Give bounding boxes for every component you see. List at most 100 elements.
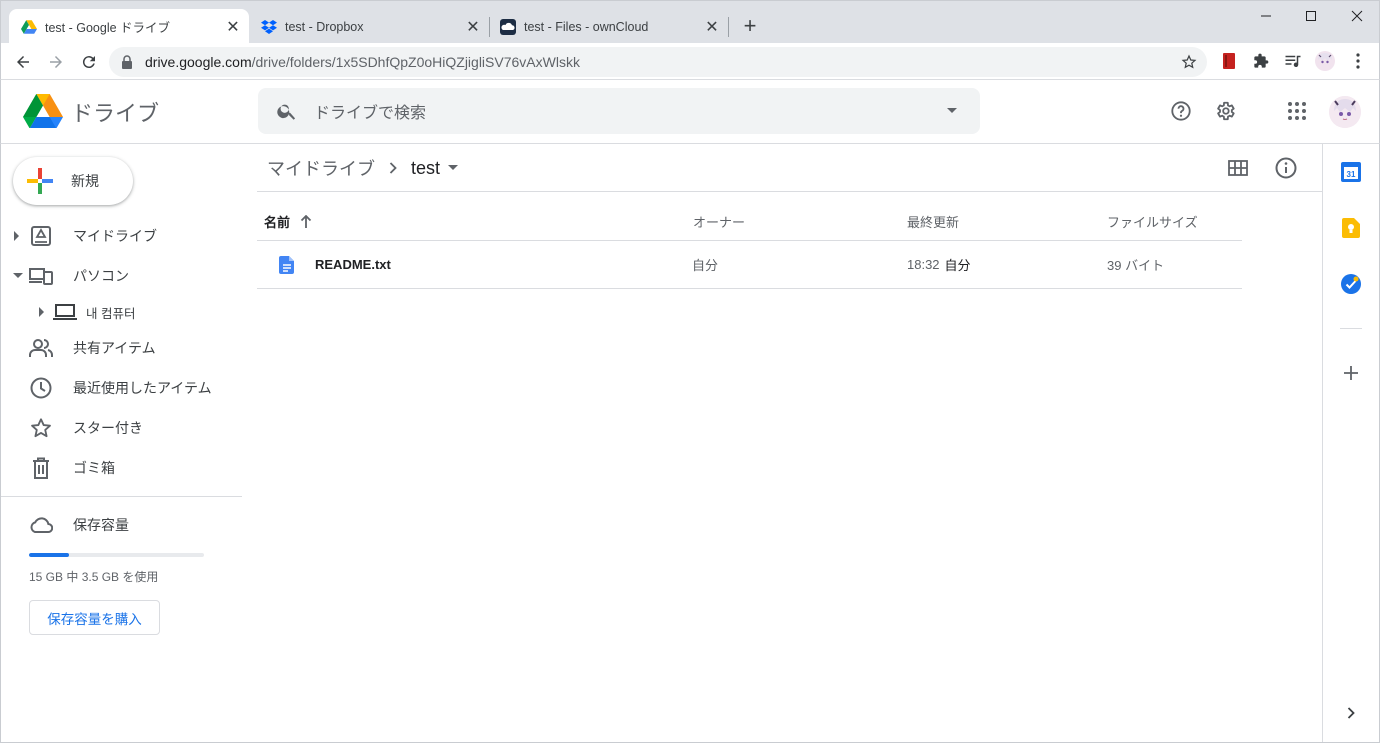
info-icon[interactable] (1274, 156, 1298, 180)
add-addon-plus-icon[interactable] (1340, 362, 1362, 384)
expand-arrow-icon[interactable] (38, 307, 48, 317)
expand-arrow-icon[interactable] (13, 231, 23, 241)
extensions-puzzle-icon[interactable] (1251, 51, 1271, 71)
bookmark-star-icon[interactable] (1181, 54, 1197, 70)
new-button-label: 新規 (71, 173, 99, 189)
breadcrumb-current-folder[interactable]: test (411, 158, 440, 179)
expand-panel-chevron-icon[interactable] (1340, 702, 1362, 724)
star-icon (29, 416, 53, 440)
sidebar-item-storage[interactable]: 保存容量 (1, 509, 241, 541)
breadcrumb-root[interactable]: マイドライブ (267, 155, 375, 181)
drive-search-bar[interactable]: ドライブで検索 (258, 88, 980, 134)
storage-usage-bar (29, 553, 204, 557)
back-arrow-icon[interactable] (10, 49, 36, 75)
search-input[interactable]: ドライブで検索 (314, 99, 946, 123)
google-tasks-icon[interactable] (1340, 273, 1362, 295)
media-playlist-icon[interactable] (1283, 51, 1303, 71)
column-header-name[interactable]: 名前 (264, 212, 312, 231)
tab-title: test - Files - ownCloud (524, 19, 649, 34)
chevron-right-icon (389, 162, 397, 174)
svg-text:31: 31 (1347, 170, 1356, 179)
lock-icon[interactable] (121, 55, 135, 69)
storage-usage-text: 15 GB 中 3.5 GB を使用 (29, 570, 159, 584)
trash-icon (29, 456, 53, 480)
file-owner: 自分 (692, 258, 719, 273)
grid-view-icon[interactable] (1226, 156, 1250, 180)
browser-toolbar: drive.google.com/drive/folders/1x5SDhfQp… (0, 43, 1380, 80)
sidebar-item-starred[interactable]: スター付き (1, 412, 241, 444)
google-drive-icon (21, 19, 37, 35)
column-header-size[interactable]: ファイルサイズ (1107, 212, 1198, 231)
sidebar-item-shared[interactable]: 共有アイテム (1, 332, 241, 364)
clock-icon (29, 376, 53, 400)
sidebar-item-my-drive[interactable]: マイドライブ (1, 220, 241, 252)
sort-ascending-arrow-icon[interactable] (300, 214, 312, 229)
sidebar-item-my-computer[interactable]: 내 컴퓨터 (1, 296, 241, 328)
url-path: /drive/folders/1x5SDhfQpZ0oHiQZjigliSV76… (251, 54, 580, 70)
google-apps-grid-icon[interactable] (1285, 99, 1309, 123)
search-icon[interactable] (276, 100, 298, 122)
sidebar-item-label: ゴミ箱 (73, 460, 115, 476)
sidebar-item-label: マイドライブ (73, 228, 157, 244)
sidebar-item-label: パソコン (73, 268, 129, 284)
owncloud-icon (500, 18, 516, 35)
folder-menu-caret-icon[interactable] (448, 165, 459, 171)
breadcrumb: マイドライブ test (267, 155, 459, 181)
tab-dropbox[interactable]: test - Dropbox ✕ (249, 9, 489, 44)
close-window-button[interactable] (1342, 5, 1372, 27)
tab-separator (728, 17, 729, 37)
sidebar-item-recent[interactable]: 最近使用したアイテム (1, 372, 241, 404)
google-drive-logo[interactable] (23, 94, 63, 129)
column-header-label: 名前 (264, 215, 291, 230)
side-panel: 31 (1322, 144, 1380, 743)
sidebar-item-computers[interactable]: パソコン (1, 260, 241, 292)
colorful-plus-icon (27, 168, 53, 194)
main-content: マイドライブ test 名前 オーナー 最終更新 ファイルサイズ README.… (257, 144, 1322, 743)
reload-icon[interactable] (76, 49, 102, 75)
google-keep-icon[interactable] (1340, 217, 1362, 239)
my-drive-icon (29, 224, 53, 248)
storage-usage-fill (29, 553, 70, 557)
file-modified-time: 18:32 (907, 257, 940, 272)
help-icon[interactable] (1169, 99, 1193, 123)
tab-title: test - Dropbox (285, 19, 364, 34)
tab-owncloud[interactable]: test - Files - ownCloud ✕ (488, 9, 728, 44)
new-tab-button[interactable]: + (738, 15, 762, 39)
file-name: README.txt (315, 257, 391, 272)
tab-google-drive[interactable]: test - Google ドライブ ✕ (9, 9, 249, 44)
google-calendar-icon[interactable]: 31 (1340, 161, 1362, 183)
maximize-window-button[interactable] (1296, 5, 1326, 27)
file-row[interactable]: README.txt 自分 18:32 自分 39 バイト (257, 241, 1242, 289)
dropbox-icon (261, 19, 277, 35)
collapse-arrow-icon[interactable] (13, 272, 23, 280)
sidebar: 新規 マイドライブ パソコン 내 컴퓨터 共有アイテム 最近使用したアイテム ス… (0, 144, 244, 743)
sidebar-item-label: 最近使用したアイテム (73, 380, 212, 396)
url-text: drive.google.com/drive/folders/1x5SDhfQp… (145, 54, 1181, 70)
new-button[interactable]: 新規 (13, 157, 133, 205)
forward-arrow-icon[interactable] (43, 49, 69, 75)
browser-menu-icon[interactable] (1348, 51, 1368, 71)
file-size: 39 バイト (1107, 258, 1165, 273)
file-modified: 18:32 自分 (907, 241, 971, 288)
url-domain: drive.google.com (145, 54, 252, 70)
column-header-owner[interactable]: オーナー (693, 212, 745, 231)
sidebar-item-trash[interactable]: ゴミ箱 (1, 452, 241, 484)
search-options-dropdown-icon[interactable] (946, 107, 958, 115)
close-tab-icon[interactable]: ✕ (463, 17, 483, 37)
account-avatar[interactable] (1329, 96, 1361, 128)
profile-avatar[interactable] (1315, 51, 1335, 71)
buy-storage-button[interactable]: 保存容量を購入 (29, 600, 160, 635)
close-tab-icon[interactable]: ✕ (702, 17, 722, 37)
sidebar-item-label: スター付き (73, 420, 143, 436)
bookmark-extension-icon[interactable] (1219, 51, 1239, 71)
toolbar-divider (257, 191, 1322, 192)
storage-label: 保存容量 (73, 517, 129, 533)
column-header-modified[interactable]: 最終更新 (907, 212, 959, 231)
sidebar-divider (1, 496, 242, 497)
close-tab-icon[interactable]: ✕ (223, 17, 243, 37)
sidebar-item-label: 내 컴퓨터 (86, 306, 136, 321)
minimize-window-button[interactable] (1251, 5, 1281, 27)
settings-gear-icon[interactable] (1213, 99, 1237, 123)
address-bar[interactable]: drive.google.com/drive/folders/1x5SDhfQp… (109, 47, 1207, 77)
computers-icon (29, 264, 53, 288)
